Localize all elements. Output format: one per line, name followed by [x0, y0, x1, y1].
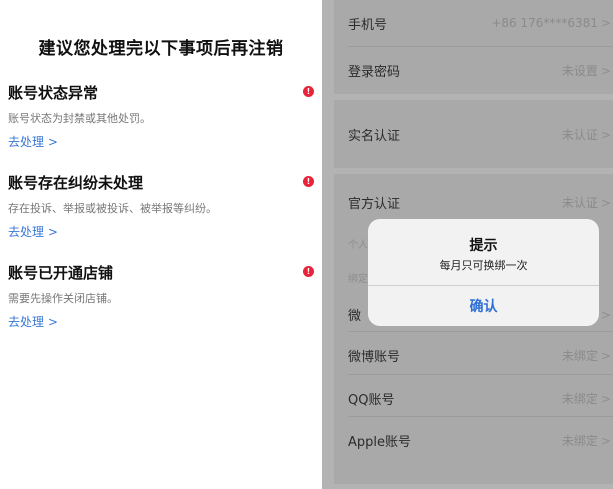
- issue-item: 账号已开通店铺 ! 需要先操作关闭店铺。 去处理 >: [8, 262, 314, 330]
- row-value: 未设置 >: [561, 63, 611, 78]
- account-deletion-check-panel: 建议您处理完以下事项后再注销 账号状态异常 ! 账号状态为封禁或其他处罚。 去处…: [0, 0, 322, 489]
- chevron-right-icon: >: [600, 307, 611, 322]
- row-value: 未绑定 >: [561, 433, 611, 448]
- settings-card: 实名认证 未认证 >: [334, 100, 613, 168]
- chevron-right-icon: >: [600, 195, 611, 210]
- settings-row-password[interactable]: 登录密码 未设置 >: [348, 47, 613, 93]
- section-header: 绑定: [348, 274, 368, 285]
- chevron-right-icon: >: [600, 63, 611, 78]
- row-label: QQ账号: [348, 392, 395, 408]
- chevron-right-icon: >: [600, 433, 611, 448]
- alert-dialog: 提示 每月只可换绑一次 确认: [368, 219, 599, 326]
- row-label: 登录密码: [348, 64, 401, 80]
- issue-item: 账号存在纠纷未处理 ! 存在投诉、举报或被投诉、被举报等纠纷。 去处理 >: [8, 172, 314, 240]
- issue-description: 账号状态为封禁或其他处罚。: [8, 112, 151, 125]
- issue-title: 账号状态异常: [8, 84, 99, 102]
- confirm-button[interactable]: 确认: [368, 286, 599, 326]
- settings-row-qq[interactable]: QQ账号 未绑定 >: [348, 375, 613, 421]
- row-label: Apple账号: [348, 434, 412, 450]
- section-header: 个人: [348, 240, 368, 251]
- warning-icon: !: [303, 86, 314, 97]
- row-value: 未绑定 >: [561, 348, 611, 363]
- go-handle-link[interactable]: 去处理 >: [8, 223, 58, 240]
- row-label: 实名认证: [348, 128, 401, 144]
- chevron-right-icon: >: [600, 348, 611, 363]
- row-value: +86 176****6381 >: [491, 16, 611, 30]
- row-label: 手机号: [348, 17, 388, 33]
- go-handle-link[interactable]: 去处理 >: [8, 133, 58, 150]
- dialog-message: 每月只可换绑一次: [439, 259, 528, 272]
- warning-icon: !: [303, 176, 314, 187]
- chevron-right-icon: >: [600, 127, 611, 142]
- issue-title: 账号存在纠纷未处理: [8, 174, 144, 192]
- chevron-right-icon: >: [600, 16, 611, 30]
- warning-icon: !: [303, 266, 314, 277]
- issue-description: 存在投诉、举报或被投诉、被举报等纠纷。: [8, 202, 217, 215]
- go-handle-link[interactable]: 去处理 >: [8, 313, 58, 330]
- page-title: 建议您处理完以下事项后再注销: [38, 39, 284, 59]
- settings-card: 手机号 +86 176****6381 > 登录密码 未设置 >: [334, 0, 613, 94]
- row-value: 未认证 >: [561, 127, 611, 142]
- row-label: 微: [348, 308, 362, 324]
- settings-row-apple[interactable]: Apple账号 未绑定 >: [348, 417, 613, 463]
- settings-row-phone[interactable]: 手机号 +86 176****6381 >: [348, 0, 613, 46]
- row-value: 未认证 >: [561, 195, 611, 210]
- dialog-title: 提示: [469, 238, 498, 254]
- chevron-right-icon: >: [600, 391, 611, 406]
- issue-description: 需要先操作关闭店铺。: [8, 292, 118, 305]
- issue-item: 账号状态异常 ! 账号状态为封禁或其他处罚。 去处理 >: [8, 82, 314, 150]
- settings-row-weibo[interactable]: 微博账号 未绑定 >: [348, 332, 613, 378]
- issue-title: 账号已开通店铺: [8, 264, 114, 282]
- row-label: 微博账号: [348, 349, 401, 365]
- row-label: 官方认证: [348, 196, 401, 212]
- row-value: 未绑定 >: [561, 391, 611, 406]
- settings-row-real-name[interactable]: 实名认证 未认证 >: [348, 111, 613, 157]
